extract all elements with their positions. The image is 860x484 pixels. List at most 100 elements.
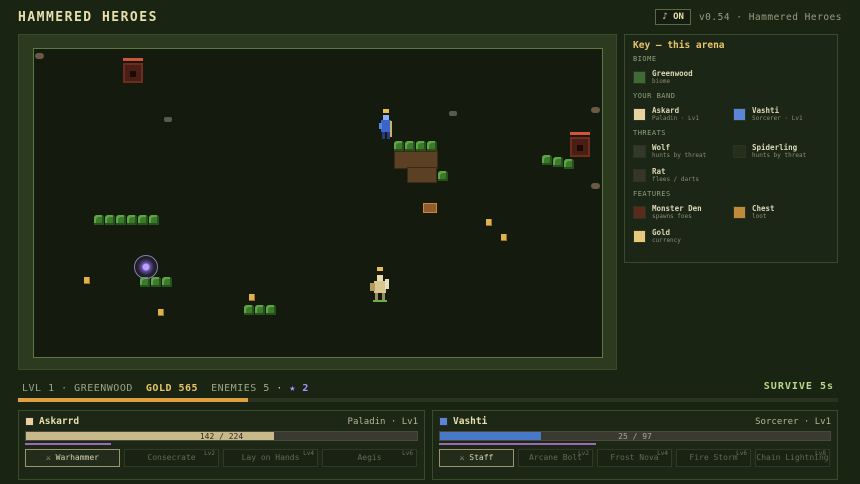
skill-button-lay-on-hands[interactable]: Lay on Hands Lv4 (223, 449, 318, 467)
legend-item-spiderling: Spiderling hunts by threat (733, 140, 829, 162)
mp-bar (25, 443, 418, 445)
chest-icon (733, 205, 746, 219)
skill-button-warhammer[interactable]: ⚔ Warhammer (25, 449, 120, 467)
gold-coin[interactable] (501, 234, 507, 241)
xp-bar-fill (18, 398, 248, 402)
skill-button-staff[interactable]: ⚔ Staff (439, 449, 514, 467)
tree (564, 159, 574, 169)
skill-level-tag: Lv4 (657, 450, 668, 457)
skill-button-fire-storm[interactable]: Fire Storm Lv6 (676, 449, 751, 467)
spiderling-icon (733, 144, 746, 158)
skill-label: Fire Storm (689, 453, 738, 462)
skill-label: Arcane Bolt (529, 453, 582, 462)
top-right-controls: ♪ ON v0.54 · Hammered Heroes (655, 9, 842, 25)
greenwood-swatch (633, 70, 646, 84)
tree (427, 141, 437, 151)
skill-level-tag: Lv6 (736, 450, 747, 457)
tree (162, 277, 172, 287)
skill-button-consecrate[interactable]: Consecrate Lv2 (124, 449, 219, 467)
game-title: HAMMERED HEROES (18, 10, 158, 25)
tree (553, 157, 563, 167)
biome-label: GREENWOOD (74, 382, 133, 394)
gold-counter: GOLD 565 (145, 382, 199, 394)
hero-card-vashti: Vashti Sorcerer · Lv1 25 / 97 ⚔ Staff Arc… (432, 410, 838, 480)
music-toggle-button[interactable]: ♪ ON (655, 9, 691, 25)
hp-bar: 142 / 224 (25, 431, 418, 441)
enemies-counter: ENEMIES 5 (211, 382, 270, 394)
vashti-swatch (733, 107, 746, 121)
tree (405, 141, 415, 151)
skill-level-tag: Lv6 (402, 450, 413, 457)
chest[interactable] (423, 203, 437, 213)
star-counter: ★ 2 (289, 382, 309, 394)
skill-button-frost-nova[interactable]: Frost Nova Lv4 (597, 449, 672, 467)
skill-button-chain-lightning[interactable]: Chain Lightning Lv8 (755, 449, 830, 467)
mp-bar-fill (25, 443, 112, 445)
skill-bar: ⚔ Staff Arcane Bolt Lv2 Frost Nova Lv4 Fire S… (439, 449, 831, 467)
rat-sprite (591, 183, 600, 189)
skill-level-tag: Lv2 (578, 450, 589, 457)
hero-marker (383, 109, 389, 113)
wolf-sprite (449, 111, 457, 116)
skill-label: ⚔ Warhammer (46, 453, 99, 462)
legend-section-biome: BIOME (633, 55, 657, 63)
tree (416, 141, 426, 151)
monster-den-icon (633, 205, 646, 219)
hero-card-askarrd: Askarrd Paladin · Lv1 142 / 224 ⚔ Warham… (18, 410, 425, 480)
legend-item-askard: Askard Paladin · Lv1 (633, 103, 729, 125)
monster-den[interactable] (570, 137, 590, 157)
legend-item-gold: Gold currency (633, 225, 735, 247)
gold-icon (633, 229, 646, 243)
askarrd-color-swatch (25, 417, 34, 426)
legend-item-greenwood: Greenwood biome (633, 66, 735, 88)
tree (151, 277, 161, 287)
tree (255, 305, 265, 315)
legend-item-chest: Chest loot (733, 201, 829, 223)
gold-coin[interactable] (486, 219, 492, 226)
hp-bar: 25 / 97 (439, 431, 831, 441)
skill-button-arcane-bolt[interactable]: Arcane Bolt Lv2 (518, 449, 593, 467)
den-health-bar (570, 132, 590, 135)
mp-bar-fill (439, 443, 596, 445)
den-health-bar (123, 58, 143, 61)
legend-section-features: FEATURES (633, 190, 671, 198)
monster-den[interactable] (123, 63, 143, 83)
wolf-sprite (164, 117, 172, 122)
arcane-orb (134, 255, 158, 279)
skill-label: Aegis (357, 453, 382, 462)
level-label: LVL 1 (22, 382, 55, 394)
tree (116, 215, 126, 225)
skill-level-tag: Lv8 (815, 450, 826, 457)
tree (244, 305, 254, 315)
arena-map[interactable] (33, 48, 603, 358)
hero-name: Askarrd (39, 416, 80, 427)
tree (542, 155, 552, 165)
legend-item-wolf: Wolf hunts by threat (633, 140, 729, 162)
legend-section-band: YOUR BAND (633, 92, 676, 100)
askard-swatch (633, 107, 646, 121)
gold-coin[interactable] (249, 294, 255, 301)
skill-label: Consecrate (147, 453, 196, 462)
version-label: v0.54 · Hammered Heroes (698, 11, 842, 23)
paladin-sprite[interactable] (369, 275, 391, 303)
skill-button-aegis[interactable]: Aegis Lv6 (322, 449, 417, 467)
hp-text: 142 / 224 (199, 432, 244, 441)
hero-name: Vashti (453, 416, 488, 427)
skill-label: ⚔ Staff (459, 453, 494, 462)
wolf-icon (633, 144, 646, 158)
skill-bar: ⚔ Warhammer Consecrate Lv2 Lay on Hands Lv4 A… (25, 449, 418, 467)
hero-class: Sorcerer · Lv1 (755, 416, 831, 427)
gold-coin[interactable] (158, 309, 164, 316)
tree (94, 215, 104, 225)
gold-coin[interactable] (84, 277, 90, 284)
skill-level-tag: Lv2 (204, 450, 215, 457)
legend-section-threats: THREATS (633, 129, 667, 137)
hero-marker (377, 267, 383, 271)
legend-item-vashti: Vashti Sorcerer · Lv1 (733, 103, 829, 125)
sorcerer-sprite[interactable] (378, 115, 394, 143)
hero-class: Paladin · Lv1 (347, 416, 418, 427)
rat-sprite (591, 107, 600, 113)
tree (127, 215, 137, 225)
tree (105, 215, 115, 225)
dirt-patch (407, 167, 437, 183)
